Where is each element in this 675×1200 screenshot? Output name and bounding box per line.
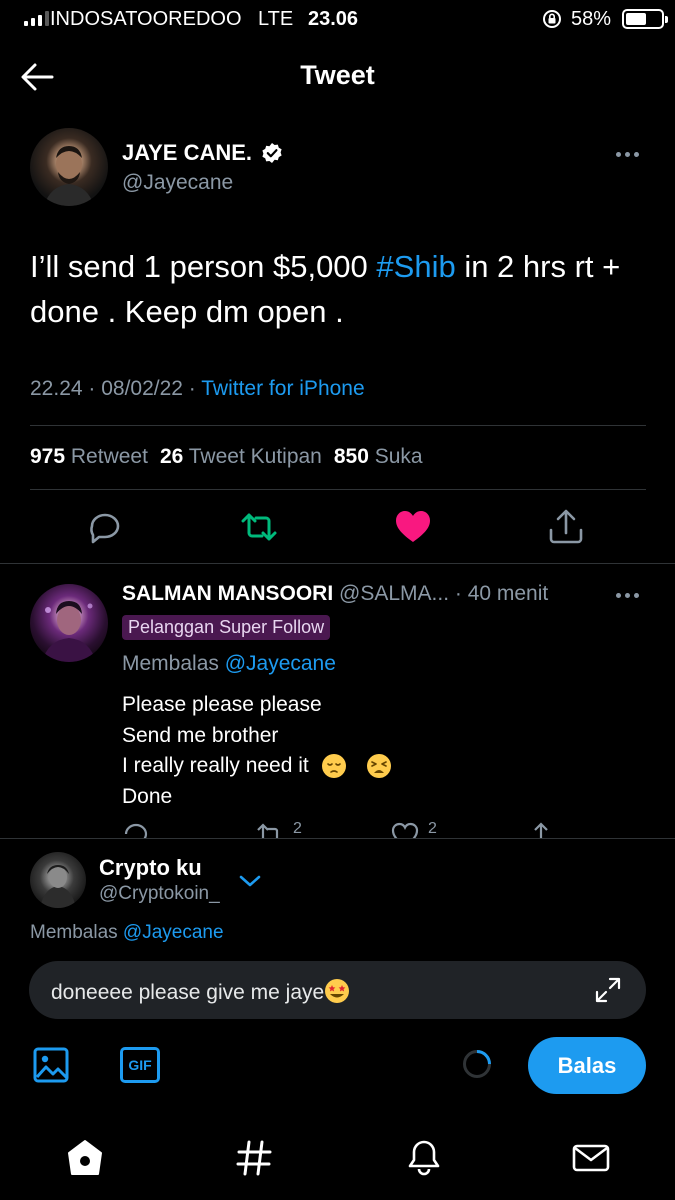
reply-author-handle[interactable]: @SALMA...	[339, 582, 449, 605]
reply-line: I really really need it	[122, 751, 622, 782]
replying-label: Membalas	[30, 922, 123, 943]
carrier-name: INDOSATOOREDOO	[50, 8, 242, 30]
divider	[30, 489, 646, 490]
reply-like-count: 2	[428, 820, 437, 837]
composer-replying-to: Membalas @Jayecane	[30, 922, 224, 944]
notifications-bell-icon[interactable]	[404, 1138, 444, 1178]
replying-label: Membalas	[122, 652, 225, 675]
signal-icon	[24, 10, 49, 26]
author-avatar[interactable]	[30, 128, 108, 206]
status-bar: INDOSATOOREDOO LTE 23.06 58%	[0, 0, 675, 38]
super-follow-badge: Pelanggan Super Follow	[122, 615, 331, 640]
character-count-ring-icon	[463, 1050, 491, 1078]
home-icon[interactable]	[65, 1138, 105, 1178]
explore-hashtag-icon[interactable]	[234, 1138, 274, 1178]
chevron-down-icon[interactable]	[238, 872, 262, 890]
reply-icon	[124, 823, 148, 838]
reply-line: Send me brother	[122, 723, 279, 747]
author-avatar-photo	[44, 146, 94, 206]
tweet-stats: 975 Retweet 26 Tweet Kutipan 850 Suka	[30, 445, 423, 469]
replying-to-link[interactable]: @Jayecane	[225, 652, 336, 675]
composer-account-handle[interactable]: @Cryptokoin_	[99, 883, 220, 905]
reply-input[interactable]: doneeee please give me jaye	[29, 961, 646, 1019]
tweet-text: I’ll send 1 person $5,000 #Shib in 2 hrs…	[30, 244, 650, 334]
weary-face-icon	[367, 754, 392, 779]
messages-envelope-icon[interactable]	[571, 1138, 611, 1178]
expand-icon[interactable]	[593, 975, 623, 1005]
reply-reply-button[interactable]	[122, 820, 152, 838]
more-options-icon[interactable]	[616, 149, 646, 159]
verified-badge-icon	[262, 143, 282, 163]
tweet-timestamp: 22.24 · 08/02/22 ·	[30, 377, 202, 400]
reply-line: Please please please	[122, 693, 322, 716]
tweet-meta: 22.24 · 08/02/22 · Twitter for iPhone	[30, 377, 365, 401]
retweet-icon[interactable]	[240, 508, 278, 546]
reply-line: Done	[122, 784, 173, 808]
replying-to: Membalas @Jayecane	[122, 652, 336, 676]
battery-icon	[622, 9, 668, 29]
reply-header: SALMAN MANSOORI @SALMA... · 40 menit	[122, 582, 548, 606]
page-title: Tweet	[300, 60, 375, 90]
reply-icon[interactable]	[86, 508, 124, 546]
like-count-link[interactable]: 850 Suka	[334, 445, 423, 468]
reply-share-button[interactable]	[526, 820, 556, 838]
reply-author-avatar[interactable]	[30, 584, 108, 662]
tweet-text-part: I’ll send 1 person $5,000	[30, 249, 377, 284]
divider	[0, 563, 675, 564]
composer-avatar[interactable]	[30, 852, 86, 908]
like-heart-icon	[391, 822, 419, 838]
divider	[30, 425, 646, 426]
hashtag-link[interactable]: #Shib	[376, 249, 455, 284]
share-icon[interactable]	[547, 508, 585, 546]
top-bar: Tweet	[0, 50, 675, 106]
replying-to-link[interactable]: @Jayecane	[123, 922, 224, 943]
author-name[interactable]: JAYE CANE.	[122, 140, 252, 166]
like-heart-icon[interactable]	[394, 508, 432, 546]
author-handle[interactable]: @Jayecane	[122, 171, 233, 195]
retweet-icon	[257, 823, 279, 838]
composer-account-name[interactable]: Crypto ku	[99, 855, 202, 881]
reply-retweet-count: 2	[293, 820, 302, 837]
reply-input-value: doneeee please give me jaye	[51, 978, 350, 1005]
tweet-source-link[interactable]: Twitter for iPhone	[201, 377, 364, 400]
reply-text: Please please please Send me brother I r…	[122, 690, 622, 812]
reply-send-button[interactable]: Balas	[528, 1037, 646, 1094]
reply-time: · 40 menit	[449, 582, 549, 605]
quote-count-link[interactable]: 26 Tweet Kutipan	[160, 445, 322, 468]
composer-avatar-photo	[40, 865, 76, 908]
retweet-count-link[interactable]: 975 Retweet	[30, 445, 148, 468]
tweet-actions	[0, 506, 675, 550]
network-type: LTE	[258, 8, 294, 30]
rotation-lock-icon	[543, 10, 561, 28]
share-icon	[534, 822, 548, 838]
reply-actions: 2 2	[0, 820, 675, 838]
reply-retweet-button[interactable]: 2	[255, 820, 302, 838]
reply-author-name[interactable]: SALMAN MANSOORI	[122, 582, 333, 605]
bottom-tab-bar	[0, 1130, 675, 1190]
add-photo-icon[interactable]	[32, 1046, 70, 1084]
reply-avatar-photo	[42, 601, 96, 662]
battery-percent: 58%	[571, 8, 612, 30]
add-gif-icon[interactable]: GIF	[120, 1047, 160, 1083]
status-time: 23.06	[308, 8, 359, 30]
more-options-icon[interactable]	[616, 590, 646, 600]
star-struck-face-icon	[325, 979, 350, 1003]
pensive-face-icon	[321, 754, 346, 779]
reply-like-button[interactable]: 2	[390, 820, 437, 838]
